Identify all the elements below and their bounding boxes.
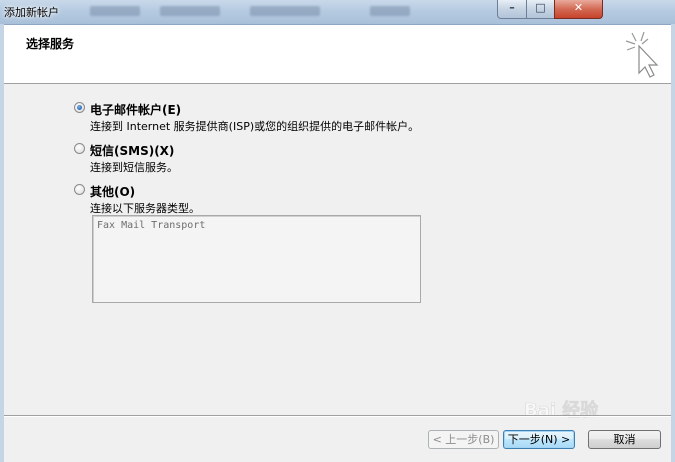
option-description: 连接到 Internet 服务提供商(ISP)或您的组织提供的电子邮件帐户。 xyxy=(90,120,420,133)
option-description: 连接以下服务器类型。 xyxy=(90,202,200,215)
radio-selected-icon[interactable] xyxy=(74,102,85,113)
footer-separator xyxy=(4,415,671,417)
option-label[interactable]: 电子邮件帐户(E) xyxy=(90,101,181,118)
page-title: 选择服务 xyxy=(26,37,75,51)
cursor-sparkle-icon xyxy=(625,31,659,78)
header-panel: 选择服务 xyxy=(4,25,671,84)
radio-unselected-icon[interactable] xyxy=(74,143,85,154)
close-button[interactable]: ✕ xyxy=(554,0,603,19)
close-icon: ✕ xyxy=(573,1,584,14)
maximize-icon: □ xyxy=(535,1,546,14)
title-bar[interactable]: 添加新帐户 – □ ✕ xyxy=(0,0,675,25)
back-button[interactable]: < 上一步(B) xyxy=(428,430,499,449)
window-frame-left xyxy=(0,24,4,462)
blurred-background xyxy=(90,6,140,16)
option-description: 连接到短信服务。 xyxy=(90,161,178,174)
window-frame-right xyxy=(671,24,675,462)
blurred-background xyxy=(160,6,220,16)
window-title: 添加新帐户 xyxy=(4,6,59,19)
minimize-icon: – xyxy=(509,1,515,14)
option-label[interactable]: 短信(SMS)(X) xyxy=(90,142,174,159)
watermark-logo: Bai 经验 xyxy=(524,399,600,422)
option-label[interactable]: 其他(O) xyxy=(90,183,135,200)
blurred-background xyxy=(370,6,410,16)
watermark-text: Bai 经验 xyxy=(524,399,599,421)
server-type-list[interactable]: Fax Mail Transport xyxy=(92,215,421,303)
maximize-button[interactable]: □ xyxy=(526,0,555,19)
minimize-button[interactable]: – xyxy=(497,0,527,19)
radio-unselected-icon[interactable] xyxy=(74,184,85,195)
next-button[interactable]: 下一步(N) > xyxy=(503,430,575,449)
blurred-background xyxy=(250,6,320,16)
cancel-button[interactable]: 取消 xyxy=(588,430,661,449)
list-item[interactable]: Fax Mail Transport xyxy=(97,220,205,231)
